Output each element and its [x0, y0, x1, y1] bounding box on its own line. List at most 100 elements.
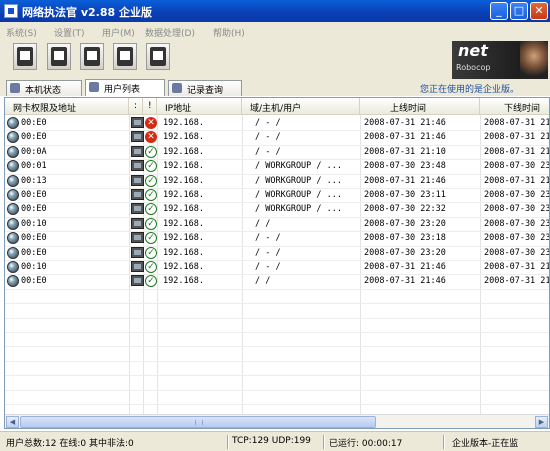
- row-divider: [5, 404, 549, 405]
- header-online-time[interactable]: 上线时间: [360, 98, 480, 115]
- table-row[interactable]: 00:0A ✓ 192.168. / - / 2008-07-31 21:10 2008-…: [5, 145, 550, 159]
- host-cell: / WORKGROUP / ...: [255, 204, 342, 215]
- scroll-right-icon[interactable]: ▶: [535, 416, 548, 428]
- table-row[interactable]: 00:E0 ✕ 192.168. / - / 2008-07-31 21:46 2008-…: [5, 130, 550, 144]
- header-flag[interactable]: !: [143, 98, 157, 115]
- host-cell: / - /: [255, 233, 281, 244]
- maximize-button[interactable]: □: [510, 2, 528, 20]
- help-button[interactable]: [146, 43, 170, 70]
- settings-button[interactable]: [47, 43, 71, 70]
- network-card-icon: [7, 131, 19, 144]
- table-row[interactable]: 00:E0 ✕ 192.168. / - / 2008-07-31 21:46 2008-…: [5, 116, 550, 130]
- ip-cell: 192.168.: [163, 276, 204, 287]
- ip-cell: 192.168.: [163, 118, 204, 128]
- offline-time-cell: 2008-07-31 21: [484, 132, 550, 143]
- status-separator: [323, 435, 325, 449]
- offline-time-cell: 2008-07-30 23: [484, 233, 550, 244]
- row-divider: [5, 216, 549, 218]
- system-icon: [17, 47, 33, 66]
- table-row[interactable]: 00:E0 ✓ 192.168. / - / 2008-07-30 23:18 2008-…: [5, 231, 550, 245]
- horizontal-scrollbar[interactable]: ◀ ▶: [5, 414, 549, 428]
- mac-cell: 00:E0: [21, 276, 47, 287]
- table-row[interactable]: 00:E0 ✓ 192.168. / / 2008-07-31 21:46 2008-07…: [5, 274, 549, 288]
- mac-cell: 00:10: [21, 218, 47, 229]
- menu-user[interactable]: 用户(M): [102, 26, 135, 39]
- offline-status-icon: ✕: [145, 117, 157, 129]
- online-status-icon: ✓: [145, 217, 157, 230]
- header-host[interactable]: 域/主机/用户: [242, 98, 360, 115]
- offline-time-cell: 2008-07-30 23: [484, 190, 550, 200]
- table-row[interactable]: 00:E0 ✓ 192.168. / WORKGROUP / ... 2008-07-3…: [5, 188, 550, 202]
- row-divider: [5, 188, 549, 189]
- edition-notice: 您正在使用的是企业版。: [420, 85, 520, 95]
- tab-record-query[interactable]: 记录查询: [168, 80, 242, 96]
- logo-subtext: Robocop: [456, 63, 491, 72]
- online-time-cell: 2008-07-31 21:46: [364, 276, 446, 287]
- offline-time-cell: 2008-07-31 21: [484, 118, 550, 128]
- computer-icon: [131, 117, 144, 128]
- network-card-icon: [7, 203, 19, 216]
- app-icon: [4, 4, 18, 18]
- monitor-button[interactable]: [113, 43, 137, 70]
- network-card-icon: [7, 275, 19, 288]
- row-divider: [5, 144, 549, 146]
- table-header: 网卡权限及地址 : ! IP地址 域/主机/用户 上线时间 下线时间: [5, 98, 549, 115]
- menu-system[interactable]: 系统(S): [6, 26, 37, 39]
- tab-local-status-label: 本机状态: [25, 86, 62, 96]
- mac-cell: 00:E0: [21, 118, 47, 128]
- table-row[interactable]: 00:10 ✓ 192.168. / - / 2008-07-31 21:46 2008-…: [5, 260, 549, 274]
- netrobocop-logo: net Robocop: [452, 41, 548, 79]
- menu-help[interactable]: 帮助(H): [213, 26, 245, 39]
- computer-icon: [131, 203, 144, 215]
- online-status-icon: ✓: [145, 232, 157, 245]
- tab-user-list[interactable]: 用户列表: [85, 79, 165, 96]
- online-time-cell: 2008-07-31 21:46: [364, 118, 446, 128]
- close-button[interactable]: ✕: [530, 2, 548, 20]
- header-mac[interactable]: 网卡权限及地址: [5, 98, 129, 115]
- header-colon[interactable]: :: [129, 98, 143, 115]
- online-time-cell: 2008-07-30 23:18: [364, 233, 446, 244]
- online-status-icon: ✓: [145, 160, 157, 173]
- online-status-icon: ✓: [145, 203, 157, 216]
- host-cell: / - /: [255, 118, 281, 128]
- menu-settings[interactable]: 设置(T): [54, 26, 85, 39]
- table-row[interactable]: 00:E0 ✓ 192.168. / - / 2008-07-30 23:20 2008-…: [5, 246, 549, 260]
- row-divider: [5, 288, 549, 290]
- computer-icon: [131, 246, 144, 258]
- record-query-icon: [172, 83, 182, 93]
- table-row[interactable]: 00:E0 ✓ 192.168. / WORKGROUP / ... 2008-07-3…: [5, 202, 549, 216]
- row-divider: [5, 260, 549, 261]
- table-row[interactable]: 00:01 ✓ 192.168. / WORKGROUP / ... 2008-07-3…: [5, 159, 549, 173]
- window-title: 网络执法官 v2.88 企业版: [22, 6, 152, 19]
- offline-time-cell: 2008-07-31 21: [484, 175, 550, 186]
- system-button[interactable]: [13, 43, 37, 70]
- network-card-icon: [7, 189, 19, 201]
- header-ip[interactable]: IP地址: [157, 98, 242, 115]
- minimize-button[interactable]: _: [490, 2, 508, 20]
- online-time-cell: 2008-07-30 23:20: [364, 247, 446, 258]
- ip-cell: 192.168.: [163, 262, 204, 272]
- menu-bar: 系统(S) 设置(T) 用户(M) 数据处理(D) 帮助(H): [0, 22, 550, 40]
- scroll-left-icon[interactable]: ◀: [6, 416, 19, 428]
- ip-cell: 192.168.: [163, 247, 204, 258]
- status-separator: [443, 435, 445, 449]
- scroll-thumb[interactable]: [20, 416, 376, 428]
- mac-cell: 00:E0: [21, 247, 47, 258]
- online-status-icon: ✓: [145, 246, 157, 259]
- online-time-cell: 2008-07-31 21:46: [364, 262, 446, 272]
- ip-cell: 192.168.: [163, 132, 204, 143]
- table-row[interactable]: 00:13 ✓ 192.168. / WORKGROUP / ... 2008-07-3…: [5, 174, 550, 188]
- online-status-icon: ✓: [145, 189, 157, 201]
- tab-local-status[interactable]: 本机状态: [6, 80, 82, 96]
- table-row[interactable]: 00:10 ✓ 192.168. / / 2008-07-30 23:20 2008-07…: [5, 217, 549, 231]
- computer-icon: [131, 145, 144, 157]
- user-list-table[interactable]: 网卡权限及地址 : ! IP地址 域/主机/用户 上线时间 下线时间 00:E0…: [4, 97, 550, 429]
- menu-data-processing[interactable]: 数据处理(D): [145, 26, 195, 39]
- header-offline-time[interactable]: 下线时间: [480, 98, 549, 115]
- online-time-cell: 2008-07-31 21:10: [364, 146, 446, 157]
- mac-cell: 00:10: [21, 262, 47, 272]
- host-cell: / WORKGROUP / ...: [255, 190, 342, 200]
- mac-cell: 00:01: [21, 161, 47, 172]
- offline-time-cell: 2008-07-31 21: [484, 146, 550, 157]
- key-button[interactable]: [80, 43, 104, 70]
